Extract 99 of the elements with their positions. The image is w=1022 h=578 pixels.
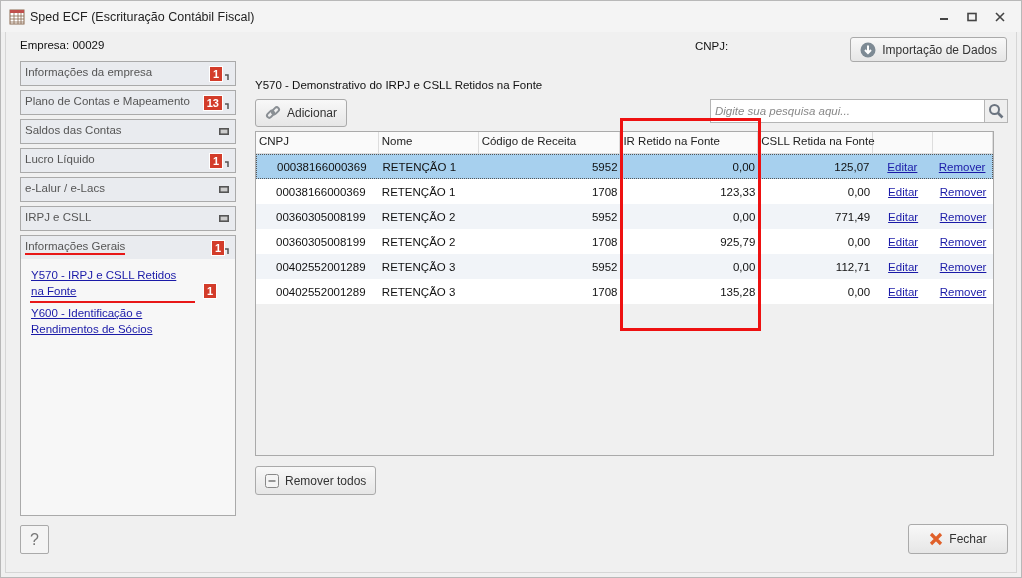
table-cell-text: RETENÇÃO 1 bbox=[381, 160, 458, 173]
table-cell-text: 0,00 bbox=[731, 210, 757, 223]
remove-link[interactable]: Remover bbox=[939, 210, 987, 223]
column-header[interactable]: Código de Receita bbox=[478, 132, 621, 153]
count-badge: 1 bbox=[208, 152, 223, 169]
sidebar-label: Informações da empresa bbox=[25, 66, 153, 80]
table-cell-text: 5952 bbox=[590, 260, 619, 273]
sidebar-label: Lucro Líquido bbox=[25, 153, 95, 167]
corner-icon bbox=[225, 248, 229, 254]
table-row[interactable]: 00402552001289 RETENÇÃO 3 1708 135,28 0,00 Editar Remover bbox=[256, 279, 993, 304]
sidebar-item[interactable]: Informações da empresa 1 bbox=[20, 61, 236, 86]
table-cell-text: 00402552001289 bbox=[275, 285, 367, 298]
spreadsheet-icon bbox=[9, 8, 25, 25]
table-cell-text: 925,79 bbox=[719, 235, 757, 248]
sidebar-link[interactable]: Y570 - IRPJ e CSLL Retidos na Fonte bbox=[31, 267, 189, 299]
sidebar-label: e-Lalur / e-Lacs bbox=[25, 182, 105, 196]
table-cell-text: RETENÇÃO 3 bbox=[380, 285, 457, 298]
sidebar-item[interactable]: e-Lalur / e-Lacs bbox=[20, 177, 236, 202]
table-cell-text: 1708 bbox=[590, 285, 619, 298]
remove-link[interactable]: Remover bbox=[939, 185, 987, 198]
remove-link[interactable]: Remover bbox=[939, 285, 987, 298]
table-cell-text: RETENÇÃO 3 bbox=[380, 260, 457, 273]
close-button[interactable]: Fechar bbox=[908, 524, 1008, 554]
table-cell-text: 00360305008199 bbox=[275, 235, 367, 248]
table-cell-text: 0,00 bbox=[846, 185, 872, 198]
edit-link[interactable]: Editar bbox=[888, 235, 919, 248]
search-button[interactable] bbox=[985, 99, 1008, 123]
table-cell-text: 5952 bbox=[590, 160, 619, 173]
table-cell-text: 00402552001289 bbox=[275, 260, 367, 273]
column-header[interactable]: Nome bbox=[378, 132, 479, 153]
download-icon bbox=[860, 41, 877, 58]
sidebar-link[interactable]: Y600 - Identificação e Rendimentos de Sócios bbox=[31, 305, 189, 337]
cnpj-label: CNPJ: bbox=[695, 40, 729, 52]
table-row[interactable]: 00360305008199 RETENÇÃO 2 5952 0,00 771,49 Editar Remover bbox=[256, 204, 993, 229]
edit-link[interactable]: Editar bbox=[887, 160, 918, 173]
remove-all-button[interactable]: Remover todos bbox=[255, 466, 377, 495]
corner-icon bbox=[225, 161, 229, 167]
table-cell-text: 135,28 bbox=[719, 285, 757, 298]
table-cell-text: 0,00 bbox=[846, 285, 872, 298]
table-cell-text: RETENÇÃO 2 bbox=[380, 235, 457, 248]
table-cell-text: 123,33 bbox=[719, 185, 757, 198]
table-row[interactable]: 00402552001289 RETENÇÃO 3 5952 0,00 112,71 Editar Remover bbox=[256, 254, 993, 279]
sidebar-item[interactable]: Lucro Líquido 1 bbox=[20, 148, 236, 173]
window-title: Sped ECF (Escrituração Contábil Fiscal) bbox=[30, 9, 255, 24]
search-icon bbox=[988, 103, 1004, 119]
column-header[interactable]: IR Retido na Fonte bbox=[620, 132, 759, 153]
remove-link[interactable]: Remover bbox=[938, 160, 986, 173]
count-badge: 1 bbox=[208, 65, 223, 82]
table-cell-text: 00038166000369 bbox=[275, 185, 367, 198]
table-cell-text: 0,00 bbox=[731, 260, 757, 273]
sidebar-label: IRPJ e CSLL bbox=[25, 211, 92, 225]
import-button[interactable]: Importação de Dados bbox=[850, 37, 1007, 62]
section-title[interactable]: Informações Gerais bbox=[25, 240, 126, 255]
table-cell-text: 1708 bbox=[590, 235, 619, 248]
edit-link[interactable]: Editar bbox=[888, 260, 919, 273]
section-heading: Y570 - Demonstrativo do IRPJ e CSLL Retidos na Fonte bbox=[255, 79, 544, 93]
edit-link[interactable]: Editar bbox=[888, 285, 919, 298]
table-cell-text: 0,00 bbox=[731, 160, 756, 173]
table-cell-text: 00360305008199 bbox=[275, 210, 367, 223]
close-icon[interactable] bbox=[995, 11, 1005, 22]
collapsed-icon bbox=[219, 186, 229, 193]
table-row[interactable]: 00360305008199 RETENÇÃO 2 1708 925,79 0,00 Editar Remover bbox=[256, 229, 993, 254]
table-cell-text: 125,07 bbox=[833, 160, 871, 173]
remove-link[interactable]: Remover bbox=[939, 260, 987, 273]
minus-box-icon bbox=[265, 473, 279, 488]
company-label: Empresa: 00029 bbox=[20, 39, 106, 53]
sidebar-label: Plano de Contas e Mapeamento bbox=[25, 95, 190, 109]
corner-icon bbox=[225, 103, 229, 109]
link-icon bbox=[265, 105, 281, 121]
table-cell-text: 1708 bbox=[590, 185, 619, 198]
count-badge: 1 bbox=[203, 283, 218, 299]
table-cell-text: 112,71 bbox=[834, 260, 872, 273]
sidebar-label: Saldos das Contas bbox=[25, 124, 122, 138]
column-header[interactable]: CNPJ bbox=[256, 132, 379, 153]
remove-link[interactable]: Remover bbox=[939, 235, 987, 248]
table-cell-text: 5952 bbox=[590, 210, 619, 223]
edit-link[interactable]: Editar bbox=[888, 210, 919, 223]
table-cell-text: RETENÇÃO 1 bbox=[380, 185, 457, 198]
table-cell-text: 0,00 bbox=[846, 235, 872, 248]
table-row[interactable]: 00038166000369 RETENÇÃO 1 5952 0,00 125,07 Editar Remover bbox=[256, 154, 993, 179]
collapsed-icon bbox=[219, 128, 229, 135]
table-cell-text: 00038166000369 bbox=[276, 160, 368, 173]
count-badge: 1 bbox=[210, 239, 225, 256]
edit-link[interactable]: Editar bbox=[888, 185, 919, 198]
collapsed-icon bbox=[219, 215, 229, 222]
table-row[interactable]: 00038166000369 RETENÇÃO 1 1708 123,33 0,00 Editar Remover bbox=[256, 179, 993, 204]
table-cell-text: RETENÇÃO 2 bbox=[380, 210, 457, 223]
sidebar-item[interactable]: IRPJ e CSLL bbox=[20, 206, 236, 231]
corner-icon bbox=[225, 74, 229, 80]
close-icon bbox=[929, 532, 944, 546]
sidebar-item[interactable]: Saldos das Contas bbox=[20, 119, 236, 144]
search-field[interactable]: Digite sua pesquisa aqui... bbox=[710, 99, 985, 123]
maximize-icon[interactable] bbox=[967, 11, 977, 22]
sidebar-item[interactable]: Plano de Contas e Mapeamento 13 bbox=[20, 90, 236, 115]
add-button[interactable]: Adicionar bbox=[255, 99, 348, 127]
help-button[interactable]: ? bbox=[20, 525, 49, 554]
table-cell-text: 771,49 bbox=[834, 210, 872, 223]
column-header[interactable]: CSLL Retida na Fonte bbox=[758, 132, 874, 153]
count-badge: 13 bbox=[202, 94, 223, 111]
